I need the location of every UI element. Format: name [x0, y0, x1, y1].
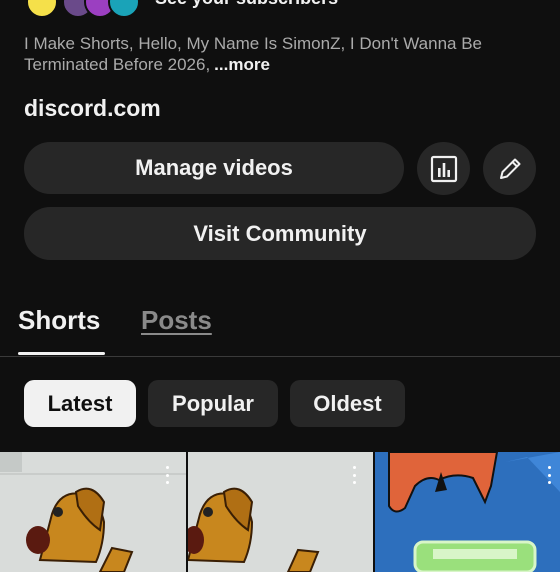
more-options-icon[interactable] — [352, 466, 356, 484]
subscriber-avatars-row[interactable]: See your subscribers — [0, 0, 560, 18]
filter-latest-chip[interactable]: Latest — [24, 380, 136, 427]
filter-popular-label: Popular — [172, 390, 254, 416]
visit-community-label: Visit Community — [193, 220, 367, 246]
short-thumbnail[interactable] — [375, 452, 560, 572]
see-subscribers-link[interactable]: See your subscribers — [155, 0, 338, 9]
content-tabs: Shorts Posts — [0, 300, 560, 357]
manage-videos-label: Manage videos — [135, 155, 293, 180]
dog-cartoon-image — [188, 487, 320, 572]
channel-description[interactable]: I Make Shorts, Hello, My Name Is SimonZ,… — [24, 33, 544, 75]
bar-chart-icon — [430, 155, 457, 182]
visit-community-button[interactable]: Visit Community — [24, 207, 536, 260]
tab-shorts[interactable]: Shorts — [18, 305, 100, 336]
analytics-button[interactable] — [417, 142, 470, 195]
dog-cartoon-image — [0, 452, 186, 572]
edit-channel-button[interactable] — [483, 142, 536, 195]
channel-link[interactable]: discord.com — [24, 95, 161, 122]
tab-posts[interactable]: Posts — [141, 305, 212, 336]
short-thumbnail[interactable] — [188, 452, 373, 572]
filter-oldest-chip[interactable]: Oldest — [290, 380, 405, 427]
more-options-icon[interactable] — [165, 466, 169, 484]
cartoon-scene-image — [375, 452, 560, 572]
more-options-icon[interactable] — [547, 466, 551, 484]
subscriber-avatar — [26, 0, 58, 18]
filter-popular-chip[interactable]: Popular — [148, 380, 278, 427]
subscriber-avatar — [108, 0, 140, 18]
selected-tab-indicator — [18, 352, 105, 355]
filter-latest-label: Latest — [47, 390, 113, 416]
short-thumbnail[interactable] — [0, 452, 186, 572]
pencil-icon — [499, 158, 520, 179]
more-link[interactable]: ...more — [214, 55, 270, 74]
manage-videos-button[interactable]: Manage videos — [24, 142, 404, 194]
filter-oldest-label: Oldest — [313, 390, 382, 416]
